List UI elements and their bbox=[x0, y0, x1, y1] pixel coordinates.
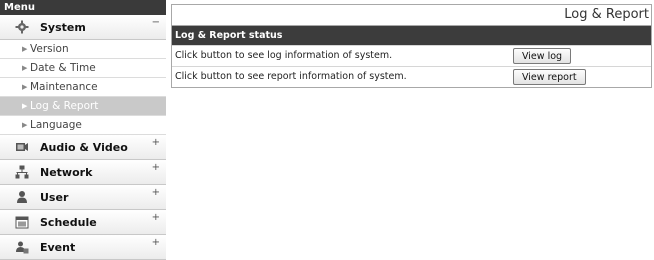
user-icon bbox=[14, 190, 30, 204]
panel-title: Log & Report status bbox=[172, 26, 651, 45]
log-report-panel: Log & Report status Click button to see … bbox=[171, 25, 652, 88]
report-row: Click button to see report information o… bbox=[172, 66, 651, 87]
triangle-right-icon: ▶ bbox=[22, 121, 28, 129]
log-row: Click button to see log information of s… bbox=[172, 45, 651, 66]
sidebar-item-label: Log & Report bbox=[30, 100, 99, 112]
sidebar-section-label: System bbox=[40, 20, 86, 34]
sidebar-item-log-report[interactable]: ▶ Log & Report bbox=[0, 97, 166, 116]
row-description: Click button to see log information of s… bbox=[175, 50, 393, 61]
sidebar-item-language[interactable]: ▶ Language bbox=[0, 116, 166, 135]
sidebar-section-audio-video[interactable]: Audio & Video + bbox=[0, 135, 166, 160]
main-content: Log & Report Log & Report status Click b… bbox=[171, 4, 652, 88]
sidebar: Menu System − ▶ Version ▶ Date & Time ▶ bbox=[0, 0, 166, 260]
sidebar-item-label: Maintenance bbox=[30, 81, 98, 93]
sidebar-section-system[interactable]: System − bbox=[0, 15, 166, 40]
sidebar-item-version[interactable]: ▶ Version bbox=[0, 40, 166, 59]
system-gear-icon bbox=[14, 20, 30, 34]
triangle-right-icon: ▶ bbox=[22, 45, 28, 53]
sidebar-item-label: Date & Time bbox=[30, 62, 96, 74]
expand-sign[interactable]: + bbox=[152, 187, 160, 198]
sidebar-item-date-time[interactable]: ▶ Date & Time bbox=[0, 59, 166, 78]
schedule-calendar-icon bbox=[14, 215, 30, 229]
sidebar-section-network[interactable]: Network + bbox=[0, 160, 166, 185]
triangle-right-icon: ▶ bbox=[22, 83, 28, 91]
sidebar-section-schedule[interactable]: Schedule + bbox=[0, 210, 166, 235]
system-submenu: ▶ Version ▶ Date & Time ▶ Maintenance ▶ … bbox=[0, 40, 166, 135]
sidebar-section-user[interactable]: User + bbox=[0, 185, 166, 210]
sidebar-item-maintenance[interactable]: ▶ Maintenance bbox=[0, 78, 166, 97]
network-icon bbox=[14, 165, 30, 179]
sidebar-section-label: Audio & Video bbox=[40, 140, 128, 154]
triangle-right-icon: ▶ bbox=[22, 102, 28, 110]
menu-header: Menu bbox=[0, 0, 166, 15]
expand-sign[interactable]: + bbox=[152, 237, 160, 248]
sidebar-item-label: Version bbox=[30, 43, 69, 55]
view-log-button[interactable]: View log bbox=[513, 48, 572, 64]
sidebar-section-label: Network bbox=[40, 165, 93, 179]
expand-sign[interactable]: + bbox=[152, 212, 160, 223]
triangle-right-icon: ▶ bbox=[22, 64, 28, 72]
sidebar-section-label: Schedule bbox=[40, 215, 97, 229]
event-icon bbox=[14, 240, 30, 254]
page-title: Log & Report bbox=[171, 4, 652, 25]
sidebar-item-label: Language bbox=[30, 119, 82, 131]
sidebar-section-event[interactable]: Event + bbox=[0, 235, 166, 260]
row-description: Click button to see report information o… bbox=[175, 71, 407, 82]
collapse-sign[interactable]: − bbox=[152, 17, 160, 28]
audio-video-icon bbox=[14, 140, 30, 154]
expand-sign[interactable]: + bbox=[152, 162, 160, 173]
sidebar-section-label: Event bbox=[40, 240, 76, 254]
sidebar-section-label: User bbox=[40, 190, 69, 204]
expand-sign[interactable]: + bbox=[152, 137, 160, 148]
view-report-button[interactable]: View report bbox=[513, 69, 586, 85]
